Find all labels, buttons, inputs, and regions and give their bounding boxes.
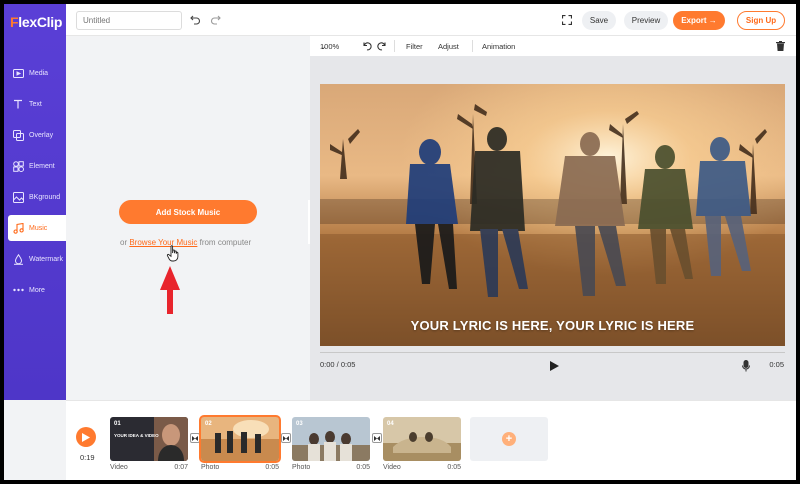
project-title-input[interactable] bbox=[76, 11, 182, 30]
filter-button[interactable]: Filter bbox=[406, 42, 423, 51]
clip-type-label: Video bbox=[110, 464, 128, 471]
plus-icon: + bbox=[502, 432, 516, 446]
timeline-clip[interactable]: 04 bbox=[383, 417, 461, 461]
more-icon bbox=[12, 284, 24, 296]
text-icon bbox=[12, 98, 24, 110]
up-arrow-icon bbox=[160, 266, 180, 314]
zoom-select[interactable]: 100% ⌄ bbox=[320, 42, 339, 51]
music-panel: Add Stock Music or Browse Your Music fro… bbox=[66, 36, 310, 400]
editor-toolbar: 100% ⌄ Filter Adjust Animation bbox=[310, 36, 796, 56]
sidebar-item-element[interactable]: Element bbox=[4, 153, 66, 179]
sidebar-item-label: BKground bbox=[29, 193, 61, 201]
watermark-icon bbox=[12, 253, 24, 265]
media-icon bbox=[12, 67, 24, 79]
clip-thumbnail bbox=[110, 417, 188, 461]
trash-icon[interactable] bbox=[776, 41, 785, 53]
clip-thumbnail bbox=[383, 417, 461, 461]
sidebar-item-media[interactable]: Media bbox=[4, 60, 66, 86]
sidebar: FlexClip Media Text Overlay Element BKgr… bbox=[4, 4, 66, 400]
clip-type-label: Photo bbox=[201, 464, 220, 471]
microphone-icon[interactable] bbox=[742, 360, 750, 375]
add-clip-button[interactable]: + bbox=[470, 417, 548, 461]
clip-type-label: Photo bbox=[292, 464, 311, 471]
adjust-button[interactable]: Adjust bbox=[438, 42, 459, 51]
sign-up-button[interactable]: Sign Up bbox=[737, 11, 785, 30]
clip-duration: 0:05 bbox=[356, 464, 370, 471]
play-icon bbox=[82, 432, 90, 442]
clip-thumbnail bbox=[201, 417, 279, 461]
undo-icon[interactable] bbox=[188, 13, 202, 27]
browse-your-music-link[interactable]: Browse Your Music bbox=[129, 238, 197, 247]
sidebar-item-overlay[interactable]: Overlay bbox=[4, 122, 66, 148]
video-canvas[interactable]: YOUR LYRIC IS HERE, YOUR LYRIC IS HERE bbox=[320, 84, 785, 346]
element-icon bbox=[12, 160, 24, 172]
add-stock-music-button[interactable]: Add Stock Music bbox=[119, 200, 257, 224]
top-toolbar: Save Preview Export → Sign Up bbox=[66, 4, 796, 36]
background-icon bbox=[12, 191, 24, 203]
music-icon bbox=[12, 222, 24, 234]
sidebar-item-label: Element bbox=[29, 162, 55, 170]
editor-area: 100% ⌄ Filter Adjust Animation YOUR LYRI… bbox=[310, 36, 796, 400]
toolbar-divider bbox=[394, 40, 395, 52]
animation-button[interactable]: Animation bbox=[482, 42, 515, 51]
playback-timecode: 0:00 / 0:05 bbox=[320, 360, 356, 369]
sidebar-item-more[interactable]: More bbox=[4, 277, 66, 303]
hand-cursor-icon bbox=[166, 245, 179, 262]
rotate-left-icon[interactable] bbox=[362, 41, 372, 53]
export-button[interactable]: Export → bbox=[673, 11, 725, 30]
sidebar-item-watermark[interactable]: Watermark bbox=[4, 246, 66, 272]
sidebar-item-label: Music bbox=[29, 224, 48, 232]
playback-duration: 0:05 bbox=[769, 360, 784, 369]
rotate-right-icon[interactable] bbox=[377, 41, 387, 53]
sidebar-item-label: Overlay bbox=[29, 131, 54, 139]
preview-button[interactable]: Preview bbox=[624, 11, 668, 30]
lyric-caption-text[interactable]: YOUR LYRIC IS HERE, YOUR LYRIC IS HERE bbox=[320, 318, 785, 333]
overlay-icon bbox=[12, 129, 24, 141]
sidebar-item-label: Watermark bbox=[29, 255, 63, 263]
preview-image bbox=[320, 84, 785, 346]
transition-icon[interactable] bbox=[190, 433, 200, 443]
sidebar-item-background[interactable]: BKground bbox=[4, 184, 66, 210]
clip-caption: YOUR IDEA & VIDEO bbox=[114, 433, 159, 438]
timeline-total-time: 0:19 bbox=[80, 453, 95, 462]
transition-icon[interactable] bbox=[281, 433, 291, 443]
browse-music-text: or Browse Your Music from computer bbox=[120, 238, 252, 247]
fullscreen-icon[interactable] bbox=[560, 13, 574, 27]
transition-icon[interactable] bbox=[372, 433, 382, 443]
app-window: FlexClip Media Text Overlay Element BKgr… bbox=[4, 4, 796, 480]
timeline-clip[interactable]: 01 YOUR IDEA & VIDEO bbox=[110, 417, 188, 461]
timeline: 0:19 01 YOUR IDEA & VIDEO Video 0:07 02 bbox=[66, 400, 796, 480]
clip-duration: 0:05 bbox=[447, 464, 461, 471]
sidebar-item-music[interactable]: Music bbox=[8, 215, 66, 241]
redo-icon[interactable] bbox=[208, 13, 222, 27]
play-icon[interactable] bbox=[550, 361, 559, 374]
clip-duration: 0:07 bbox=[174, 464, 188, 471]
sidebar-item-label: Text bbox=[29, 100, 42, 108]
playback-progress-bar[interactable] bbox=[320, 352, 785, 353]
timeline-clip-selected[interactable]: 02 bbox=[199, 415, 281, 463]
save-button[interactable]: Save bbox=[582, 11, 616, 30]
clip-type-label: Video bbox=[383, 464, 401, 471]
clip-duration: 0:05 bbox=[265, 464, 279, 471]
timeline-clip[interactable]: 03 bbox=[292, 417, 370, 461]
timeline-play-button[interactable] bbox=[76, 427, 96, 447]
flexclip-logo[interactable]: FlexClip bbox=[10, 14, 62, 30]
sidebar-item-text[interactable]: Text bbox=[4, 91, 66, 117]
sidebar-item-label: More bbox=[29, 286, 45, 294]
clip-thumbnail bbox=[292, 417, 370, 461]
toolbar-divider bbox=[472, 40, 473, 52]
sidebar-item-label: Media bbox=[29, 69, 49, 77]
